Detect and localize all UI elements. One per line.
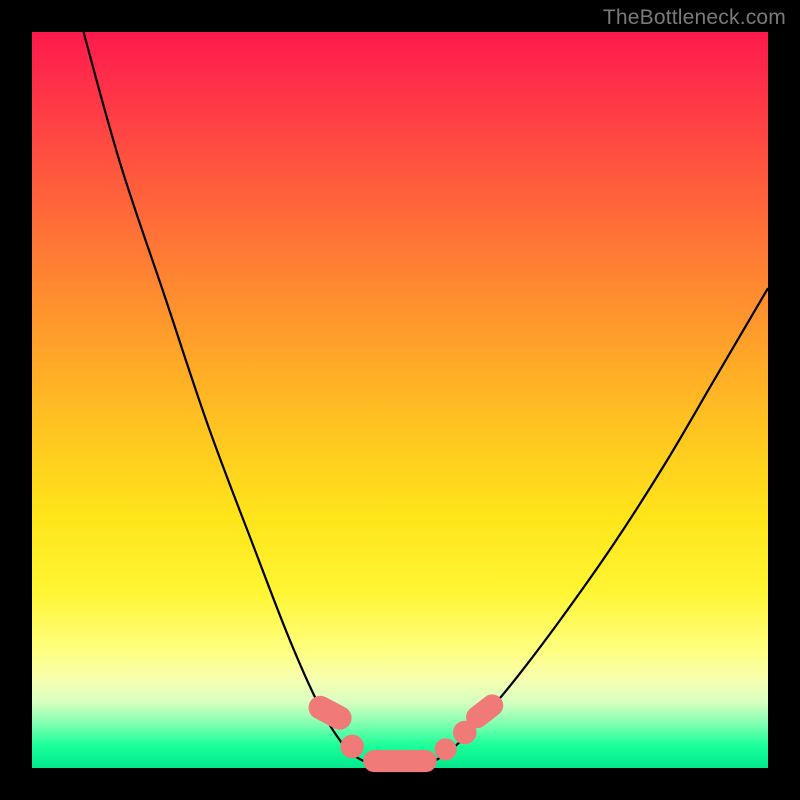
curve-right <box>428 288 768 765</box>
curve-left-path <box>84 32 372 765</box>
chart-svg <box>32 32 768 768</box>
plot-area <box>32 32 768 768</box>
marker-dot <box>340 735 364 759</box>
marker-dot <box>435 738 457 760</box>
marker-pill <box>304 692 355 734</box>
curve-right-path <box>428 288 768 765</box>
chart-frame: TheBottleneck.com <box>0 0 800 800</box>
marker-pill <box>363 750 437 772</box>
watermark-text: TheBottleneck.com <box>603 6 786 30</box>
curve-left <box>84 32 372 765</box>
